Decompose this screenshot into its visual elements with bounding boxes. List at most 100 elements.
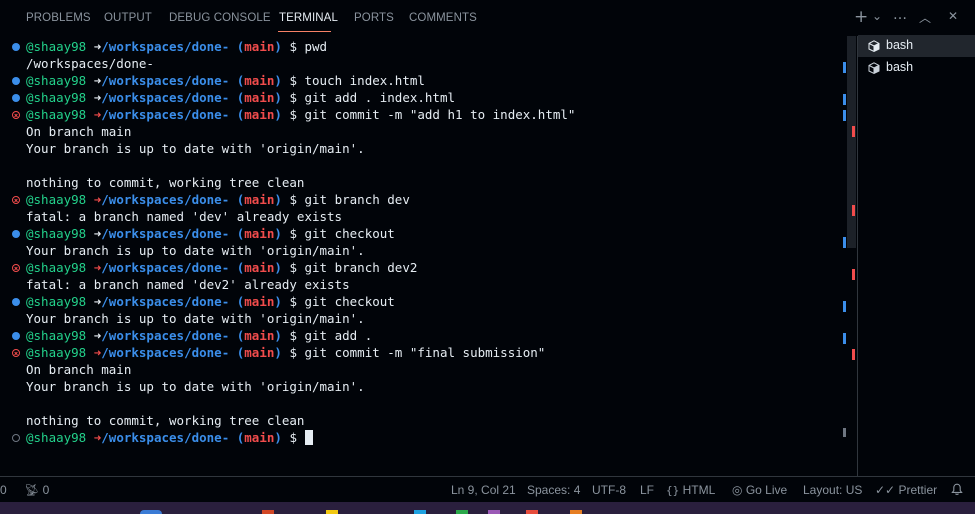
prompt-dollar: $ <box>281 107 305 122</box>
panel-tab-bar: PROBLEMS OUTPUT DEBUG CONSOLE TERMINAL P… <box>0 0 975 36</box>
prompt-branch: main <box>244 39 275 54</box>
prompt-dollar: $ <box>281 328 305 343</box>
terminal-command-line: @shaay98 ➜/workspaces/done- (main) $ git… <box>26 106 575 123</box>
keyboard-layout[interactable]: Layout: US <box>803 483 862 497</box>
maximize-panel-button[interactable]: ︿ <box>919 9 931 29</box>
command-success-decoration-icon[interactable] <box>12 77 20 85</box>
overview-ruler-mark <box>843 110 846 121</box>
terminal-list-item-bash-1[interactable]: bash <box>858 35 975 57</box>
terminal-output-line: Your branch is up to date with 'origin/m… <box>26 379 365 394</box>
prompt-dollar: $ <box>281 73 305 88</box>
more-actions-button[interactable]: … <box>893 7 907 27</box>
terminal-output-line: Your branch is up to date with 'origin/m… <box>26 243 365 258</box>
command-success-decoration-icon[interactable] <box>12 298 20 306</box>
prompt-dollar: $ <box>281 430 305 445</box>
taskbar-app-icon[interactable] <box>488 510 500 514</box>
ports-count: 0 <box>42 483 50 497</box>
command-pending-decoration-icon[interactable] <box>12 434 20 442</box>
command-text: touch index.html <box>304 73 425 88</box>
taskbar-app-icon[interactable] <box>262 510 274 514</box>
terminal-output-line: /workspaces/done- <box>26 56 154 71</box>
taskbar-app-icon[interactable] <box>526 510 538 514</box>
bell-icon <box>951 483 963 495</box>
indentation[interactable]: Spaces: 4 <box>527 483 580 497</box>
command-success-decoration-icon[interactable] <box>12 230 20 238</box>
go-live-button[interactable]: ◎ Go Live <box>732 483 787 497</box>
prompt-branch: main <box>244 430 275 445</box>
command-success-decoration-icon[interactable] <box>12 332 20 340</box>
command-text: git commit -m "final submission" <box>304 345 546 360</box>
close-panel-button[interactable]: ✕ <box>948 9 958 29</box>
prompt-user: @shaay98 <box>26 39 87 54</box>
tab-comments[interactable]: COMMENTS <box>409 12 477 24</box>
braces-icon: {} <box>666 484 680 497</box>
prompt-branch-close: ) <box>274 73 282 88</box>
prompt-path: /workspaces/done- <box>101 192 230 207</box>
new-terminal-button[interactable]: + <box>854 7 868 27</box>
prompt-path: /workspaces/done- <box>101 345 230 360</box>
radio-tower-icon: 📡︎ <box>24 483 40 497</box>
terminal-command-line: @shaay98 ➜/workspaces/done- (main) $ <box>26 429 313 446</box>
command-success-decoration-icon[interactable] <box>12 94 20 102</box>
command-failed-decoration-icon[interactable] <box>12 264 20 272</box>
prompt-branch: main <box>244 90 275 105</box>
tab-ports[interactable]: PORTS <box>354 12 394 24</box>
command-text: git add . index.html <box>304 90 456 105</box>
cursor-position[interactable]: Ln 9, Col 21 <box>451 483 516 497</box>
prompt-branch-close: ) <box>274 294 282 309</box>
end-of-line[interactable]: LF <box>640 483 654 497</box>
errors-count[interactable]: 0 <box>0 483 7 497</box>
command-failed-decoration-icon[interactable] <box>12 111 20 119</box>
overview-ruler-mark <box>852 126 855 137</box>
overview-ruler-mark <box>843 237 846 248</box>
prompt-path: /workspaces/done- <box>101 260 230 275</box>
tab-output[interactable]: OUTPUT <box>104 12 152 24</box>
prompt-branch: main <box>244 260 275 275</box>
prompt-path: /workspaces/done- <box>101 328 230 343</box>
command-text: git add . <box>304 328 373 343</box>
prompt-dollar: $ <box>281 39 305 54</box>
terminal-output-line: Your branch is up to date with 'origin/m… <box>26 311 365 326</box>
tab-debug-console[interactable]: DEBUG CONSOLE <box>169 12 271 24</box>
prompt-branch-close: ) <box>274 345 282 360</box>
terminal-dropdown-button[interactable]: ⌄ <box>872 9 882 29</box>
tab-problems[interactable]: PROBLEMS <box>26 12 91 24</box>
prettier-label: Prettier <box>898 483 938 497</box>
command-success-decoration-icon[interactable] <box>12 43 20 51</box>
terminal-output-line: fatal: a branch named 'dev' already exis… <box>26 209 343 224</box>
chevron-up-icon: ︿ <box>919 11 932 25</box>
overview-ruler-mark <box>843 301 846 312</box>
terminal-list-item-bash-2[interactable]: bash <box>858 57 975 79</box>
prompt-user: @shaay98 <box>26 90 87 105</box>
ellipsis-icon: … <box>893 7 907 23</box>
file-encoding[interactable]: UTF-8 <box>592 483 626 497</box>
language-label: HTML <box>682 483 716 497</box>
close-icon: ✕ <box>948 9 959 23</box>
terminal-output[interactable]: @shaay98 ➜/workspaces/done- (main) $ pwd… <box>0 36 857 476</box>
taskbar-app-icon[interactable] <box>140 510 162 514</box>
terminal-command-line: @shaay98 ➜/workspaces/done- (main) $ git… <box>26 327 372 344</box>
prompt-path: /workspaces/done- <box>101 294 230 309</box>
taskbar-app-icon[interactable] <box>570 510 582 514</box>
prompt-branch: main <box>244 192 275 207</box>
taskbar-app-icon[interactable] <box>456 510 468 514</box>
tab-terminal[interactable]: TERMINAL <box>279 12 338 24</box>
prettier-status[interactable]: ✓✓ Prettier <box>875 483 937 497</box>
command-failed-decoration-icon[interactable] <box>12 349 20 357</box>
scrollbar-thumb[interactable] <box>847 36 856 248</box>
overview-ruler-mark <box>843 428 846 437</box>
prompt-branch-close: ) <box>274 39 282 54</box>
prompt-branch: main <box>244 294 275 309</box>
prompt-user: @shaay98 <box>26 192 87 207</box>
notifications-button[interactable] <box>951 483 963 497</box>
terminal-list-divider <box>857 36 858 476</box>
ports-status[interactable]: 📡︎ 0 <box>24 483 49 497</box>
language-mode[interactable]: {} HTML <box>666 483 715 497</box>
taskbar-app-icon[interactable] <box>326 510 338 514</box>
overview-ruler-mark <box>843 94 846 105</box>
taskbar-app-icon[interactable] <box>414 510 426 514</box>
prompt-dollar: $ <box>281 345 305 360</box>
prompt-dollar: $ <box>281 226 305 241</box>
command-failed-decoration-icon[interactable] <box>12 196 20 204</box>
prompt-path: /workspaces/done- <box>101 90 230 105</box>
